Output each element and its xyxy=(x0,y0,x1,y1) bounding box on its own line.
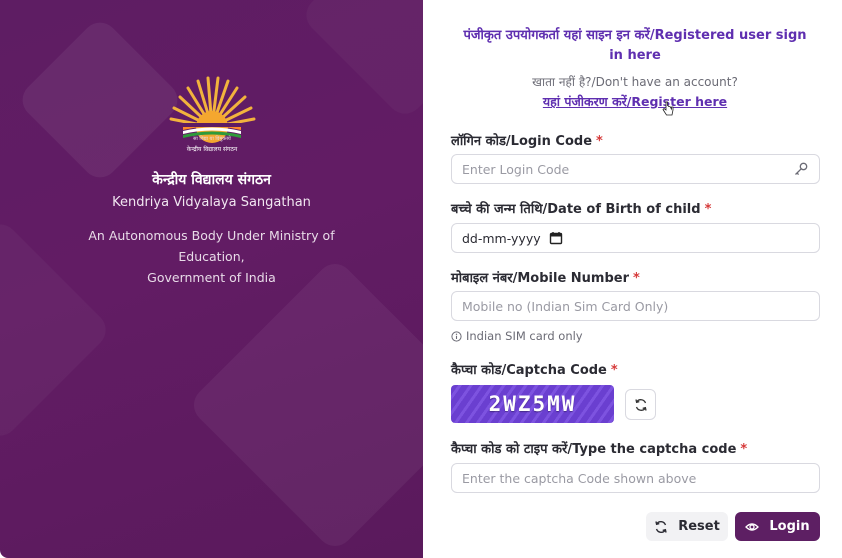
dob-label: बच्चे की जन्म तिथि/Date of Birth of chil… xyxy=(451,199,711,217)
captcha-input-label: कैप्चा कोड को टाइप करें/Type the captcha… xyxy=(451,439,747,457)
mobile-hint: Indian SIM card only xyxy=(451,329,583,343)
required-marker: * xyxy=(596,134,603,149)
login-code-field[interactable] xyxy=(451,154,820,184)
dob-label-text: बच्चे की जन्म तिथि/Date of Birth of chil… xyxy=(451,202,701,217)
captcha-input-field[interactable] xyxy=(451,463,820,493)
captcha-input[interactable] xyxy=(462,470,809,486)
register-link[interactable]: यहां पंजीकरण करें/Register here xyxy=(543,94,727,109)
decor-diamond xyxy=(186,256,423,554)
key-icon xyxy=(795,162,808,176)
tagline-line: An Autonomous Body Under Ministry of xyxy=(88,228,335,243)
dob-field[interactable]: dd-mm-yyyy xyxy=(451,223,820,253)
no-account-text: खाता नहीं है?/Don't have an account? xyxy=(532,75,738,89)
org-name-english: Kendriya Vidyalaya Sangathan xyxy=(112,195,311,210)
logo-motto: सा विद्या या विमुक्तये xyxy=(193,136,231,142)
refresh-icon xyxy=(655,520,667,533)
required-marker: * xyxy=(610,363,618,378)
captcha-label-text: कैप्चा कोड/Captcha Code xyxy=(451,363,607,378)
login-button-label: Login xyxy=(769,519,810,534)
mobile-input[interactable] xyxy=(462,298,809,314)
eye-icon xyxy=(745,522,760,531)
info-icon xyxy=(451,330,462,342)
required-marker: * xyxy=(740,442,748,457)
required-marker: * xyxy=(633,271,640,286)
login-button[interactable]: Login xyxy=(735,512,820,541)
hand-cursor-icon xyxy=(662,101,674,116)
login-code-label: लॉगिन कोड/Login Code * xyxy=(451,131,603,149)
refresh-icon xyxy=(634,398,647,411)
org-name-hindi: केन्द्रीय विद्यालय संगठन xyxy=(152,172,271,188)
captcha-refresh-button[interactable] xyxy=(625,389,656,420)
signin-heading-line: पंजीकृत उपयोगकर्ता यहां साइन इन करें/Reg… xyxy=(463,28,807,43)
captcha-input-label-text: कैप्चा कोड को टाइप करें/Type the captcha… xyxy=(451,442,737,457)
reset-button-label: Reset xyxy=(678,519,720,534)
brand-panel: सा विद्या या विमुक्तये केन्द्रीय विद्याल… xyxy=(0,0,423,558)
captcha-label: कैप्चा कोड/Captcha Code * xyxy=(451,360,618,378)
decor-diamond xyxy=(299,0,423,121)
signin-heading-line: in here xyxy=(609,48,661,63)
dob-value[interactable]: dd-mm-yyyy xyxy=(462,231,541,246)
captcha-image: 2WZ5MW xyxy=(451,385,614,423)
mobile-field[interactable] xyxy=(451,291,820,321)
mobile-label-text: मोबाइल नंबर/Mobile Number xyxy=(451,271,629,286)
mobile-label: मोबाइल नंबर/Mobile Number * xyxy=(451,268,640,286)
logo-caption: केन्द्रीय विद्यालय संगठन xyxy=(186,146,238,153)
required-marker: * xyxy=(704,202,712,217)
mobile-hint-text: Indian SIM card only xyxy=(466,329,583,343)
decor-diamond xyxy=(15,15,185,185)
tagline-line: Education, xyxy=(178,249,245,264)
org-tagline: An Autonomous Body Under Ministry of Edu… xyxy=(60,225,363,288)
login-code-input[interactable] xyxy=(462,161,793,177)
register-row: यहां पंजीकरण करें/Register here xyxy=(438,91,832,110)
reset-button[interactable]: Reset xyxy=(646,512,728,541)
calendar-icon[interactable] xyxy=(549,231,563,245)
login-code-label-text: लॉगिन कोड/Login Code xyxy=(451,134,593,149)
tagline-line: Government of India xyxy=(147,270,276,285)
signin-heading: पंजीकृत उपयोगकर्ता यहां साइन इन करें/Reg… xyxy=(438,26,832,66)
